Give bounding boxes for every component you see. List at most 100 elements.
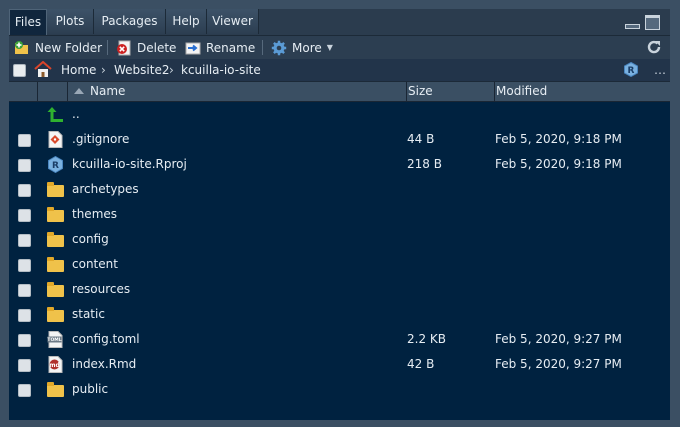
svg-text:md: md: [49, 362, 60, 369]
column-modified-header[interactable]: Modified: [495, 82, 670, 101]
files-pane: Files Plots Packages Help Viewer New Fol…: [0, 0, 680, 427]
maximize-icon[interactable]: [645, 15, 660, 30]
tab-packages[interactable]: Packages: [94, 9, 166, 34]
folder-icon: [47, 282, 64, 297]
list-item-parent[interactable]: ..: [9, 102, 670, 127]
folder-icon: [47, 382, 64, 397]
table-row[interactable]: archetypes: [9, 177, 670, 202]
table-row[interactable]: resources: [9, 277, 670, 302]
file-size: 2.2 KB: [407, 332, 446, 346]
files-toolbar: New Folder Delete Rename More ▼: [9, 36, 670, 60]
toml-file-icon: TOML: [47, 331, 64, 348]
table-row[interactable]: md index.Rmd 42 B Feb 5, 2020, 9:27 PM: [9, 352, 670, 377]
new-folder-button[interactable]: New Folder: [14, 36, 102, 59]
tab-viewer[interactable]: Viewer: [207, 9, 259, 34]
row-checkbox[interactable]: [18, 209, 31, 222]
row-checkbox[interactable]: [18, 184, 31, 197]
breadcrumb-home[interactable]: Home: [61, 59, 96, 81]
file-modified: Feb 5, 2020, 9:27 PM: [495, 332, 622, 346]
column-name-header[interactable]: Name: [68, 82, 407, 101]
folder-name[interactable]: static: [72, 302, 105, 327]
row-checkbox[interactable]: [18, 234, 31, 247]
tab-plots[interactable]: Plots: [47, 9, 94, 34]
svg-text:R: R: [52, 161, 59, 171]
up-arrow-icon: [47, 106, 64, 123]
git-file-icon: [47, 131, 64, 148]
chevron-down-icon: ▼: [326, 43, 333, 52]
gear-icon: [271, 40, 287, 56]
file-name[interactable]: kcuilla-io-site.Rproj: [72, 152, 187, 177]
rproj-file-icon: R: [47, 155, 64, 174]
tab-help[interactable]: Help: [166, 9, 207, 34]
column-icon-header: [38, 82, 68, 101]
delete-label: Delete: [137, 40, 177, 55]
new-folder-icon: [14, 40, 30, 56]
tab-bar: Files Plots Packages Help Viewer: [9, 9, 670, 36]
more-button[interactable]: More ▼: [271, 36, 333, 59]
column-size-header[interactable]: Size: [407, 82, 495, 101]
tab-files[interactable]: Files: [9, 9, 47, 35]
rename-label: Rename: [206, 40, 256, 55]
row-checkbox[interactable]: [18, 359, 31, 372]
home-icon[interactable]: [34, 60, 52, 78]
table-row[interactable]: config: [9, 227, 670, 252]
breadcrumb-current: kcuilla-io-site: [181, 63, 261, 77]
file-modified: Feb 5, 2020, 9:18 PM: [495, 132, 622, 146]
r-project-icon[interactable]: R: [624, 61, 638, 78]
refresh-icon[interactable]: [646, 39, 662, 55]
new-folder-label: New Folder: [35, 40, 103, 55]
file-name[interactable]: .gitignore: [72, 127, 129, 152]
file-size: 42 B: [407, 357, 435, 371]
folder-name[interactable]: config: [72, 227, 109, 252]
file-size: 218 B: [407, 157, 442, 171]
breadcrumb-website2[interactable]: Website2: [114, 59, 169, 81]
row-checkbox[interactable]: [18, 284, 31, 297]
file-modified: Feb 5, 2020, 9:27 PM: [495, 357, 622, 371]
svg-text:R: R: [628, 66, 635, 76]
folder-icon: [47, 257, 64, 272]
folder-icon: [47, 182, 64, 197]
folder-name[interactable]: archetypes: [72, 177, 139, 202]
toolbar-divider: [262, 40, 263, 55]
row-checkbox[interactable]: [18, 384, 31, 397]
folder-icon: [47, 307, 64, 322]
delete-button[interactable]: Delete: [116, 36, 176, 59]
table-row[interactable]: public: [9, 377, 670, 402]
file-name[interactable]: index.Rmd: [72, 352, 136, 377]
file-list: .. .gitignore 44 B Feb 5, 2020, 9:18 PM: [9, 102, 670, 420]
select-all-checkbox[interactable]: [13, 64, 26, 77]
delete-icon: [116, 40, 132, 56]
more-path-button[interactable]: …: [654, 59, 666, 81]
folder-name[interactable]: resources: [72, 277, 130, 302]
toolbar-divider: [107, 40, 108, 55]
row-checkbox[interactable]: [18, 134, 31, 147]
folder-name[interactable]: public: [72, 377, 108, 402]
row-checkbox[interactable]: [18, 309, 31, 322]
file-name[interactable]: config.toml: [72, 327, 140, 352]
table-row[interactable]: content: [9, 252, 670, 277]
column-checkbox-header: [9, 82, 38, 101]
chevron-right-icon: ›: [101, 63, 106, 77]
file-name[interactable]: ..: [72, 102, 80, 127]
rmd-file-icon: md: [47, 356, 64, 373]
chevron-right-icon: ›: [169, 63, 174, 77]
more-label: More: [292, 40, 322, 55]
folder-icon: [47, 207, 64, 222]
minimize-icon[interactable]: [625, 24, 640, 29]
table-row[interactable]: static: [9, 302, 670, 327]
column-header: Name Size Modified: [9, 82, 670, 102]
table-row[interactable]: R kcuilla-io-site.Rproj 218 B Feb 5, 202…: [9, 152, 670, 177]
folder-icon: [47, 232, 64, 247]
table-row[interactable]: TOML config.toml 2.2 KB Feb 5, 2020, 9:2…: [9, 327, 670, 352]
row-checkbox[interactable]: [18, 334, 31, 347]
table-row[interactable]: themes: [9, 202, 670, 227]
breadcrumb: Home › Website2 › kcuilla-io-site R …: [9, 59, 670, 82]
folder-name[interactable]: content: [72, 252, 118, 277]
row-checkbox[interactable]: [18, 159, 31, 172]
folder-name[interactable]: themes: [72, 202, 117, 227]
row-checkbox[interactable]: [18, 259, 31, 272]
table-row[interactable]: .gitignore 44 B Feb 5, 2020, 9:18 PM: [9, 127, 670, 152]
svg-text:TOML: TOML: [47, 337, 61, 343]
rename-button[interactable]: Rename: [185, 36, 255, 59]
file-size: 44 B: [407, 132, 435, 146]
